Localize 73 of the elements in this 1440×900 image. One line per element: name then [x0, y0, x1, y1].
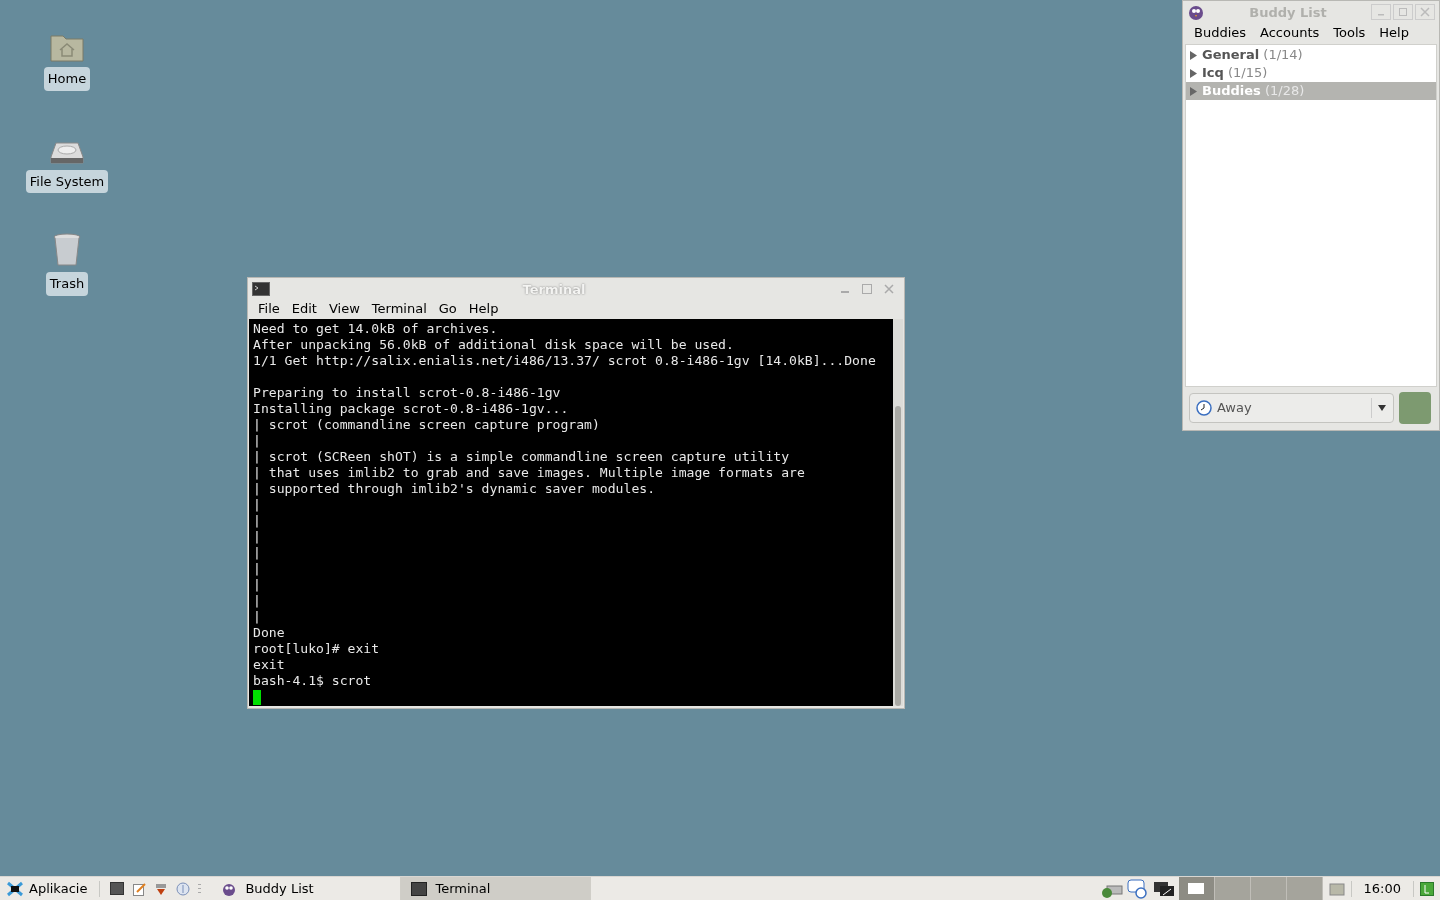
text-editor-icon[interactable]	[132, 881, 147, 896]
terminal-line: |	[253, 609, 262, 625]
terminal-line: Need to get 14.0kB of archives.	[253, 321, 499, 337]
terminal-line: root[luko]# exit	[253, 641, 381, 657]
terminal-line: | supported through imlib2's dynamic saver modules.	[253, 481, 657, 497]
workspace[interactable]	[1214, 877, 1251, 900]
terminal-line: |	[253, 561, 262, 577]
maximize-icon[interactable]	[860, 281, 874, 296]
desktop-icon-label[interactable]: Home	[43, 67, 91, 91]
menu-item[interactable]: Accounts	[1253, 23, 1327, 43]
home-folder-icon	[50, 32, 84, 62]
terminal-icon[interactable]	[110, 882, 125, 895]
buddy-group-row[interactable]: Icq (1/15)	[1186, 64, 1436, 82]
group-name: Icq (1/15)	[1202, 64, 1268, 83]
menu-item[interactable]: Terminal	[365, 299, 433, 319]
workspace[interactable]	[1286, 877, 1323, 900]
desktop-icon-label[interactable]: Trash	[45, 272, 89, 296]
text-cursor	[253, 689, 261, 705]
menu-item[interactable]: View	[322, 299, 366, 319]
terminal-line: bash-4.1$ scrot	[253, 673, 373, 689]
buddy-group-row[interactable]: General (1/14)	[1186, 46, 1436, 64]
taskbar-button[interactable]: Terminal	[401, 877, 592, 900]
dropdown-arrow-icon	[1377, 404, 1387, 412]
chat-bubble-icon[interactable]	[1126, 878, 1149, 899]
terminal-line: |	[253, 497, 262, 513]
terminal-line: exit	[253, 657, 286, 673]
menu-item[interactable]: Help	[462, 299, 505, 319]
desktop-icon-label[interactable]: File System	[25, 169, 109, 193]
close-icon[interactable]	[1415, 4, 1435, 20]
close-icon[interactable]	[882, 281, 896, 296]
applications-menu-button[interactable]: Aplikacie	[0, 877, 94, 900]
bird-icon	[1187, 3, 1205, 21]
network-icon[interactable]	[1152, 879, 1175, 898]
logo-icon	[6, 880, 24, 897]
group-name: Buddies (1/28)	[1202, 82, 1305, 101]
clock[interactable]: 16:00	[1351, 878, 1413, 899]
terminal-line: After unpacking 56.0kB of additional disk space will be used.	[253, 337, 735, 353]
status-dropdown[interactable]: Away	[1189, 393, 1394, 423]
group-name: General (1/14)	[1202, 46, 1303, 65]
menu-item[interactable]: Tools	[1326, 23, 1373, 43]
menu-item[interactable]: Buddies	[1187, 23, 1254, 43]
folder-icon[interactable]	[1328, 881, 1345, 896]
menu-item[interactable]: Go	[432, 299, 463, 319]
clock-icon	[1196, 400, 1212, 416]
terminal-line: Installing package scrot-0.8-i486-1gv...	[253, 401, 570, 417]
terminal-line: |	[253, 513, 262, 529]
terminal-line: | that uses imlib2 to grab and save images. Multiple image formats are	[253, 465, 806, 481]
scrollbar[interactable]	[893, 319, 903, 706]
menu-item[interactable]: File	[252, 299, 286, 319]
menu-item[interactable]: Help	[1372, 23, 1416, 43]
window-title: Terminal	[522, 281, 586, 297]
terminal-line: |	[253, 593, 262, 609]
terminal-line: |	[253, 577, 262, 593]
terminal-line: |	[253, 545, 262, 561]
trash-icon	[52, 233, 82, 267]
terminal-line: |	[253, 529, 262, 545]
terminal-line: 1/1 Get http://salix.enialis.net/i486/13.37/ scrot 0.8-i486-1gv [14.0kB]...Done	[253, 353, 877, 369]
workspace[interactable]	[1250, 877, 1287, 900]
minimize-icon[interactable]	[1371, 4, 1391, 20]
maximize-icon[interactable]	[1393, 4, 1413, 20]
terminal-line: | scrot (SCReen shOT) is a simple commandline screen capture utility	[253, 449, 791, 465]
globe-icon[interactable]	[176, 881, 191, 896]
terminal-icon	[411, 881, 428, 896]
terminal-line: |	[253, 433, 262, 449]
package-icon[interactable]	[154, 881, 169, 896]
exit-icon[interactable]	[1420, 881, 1434, 896]
hard-drive-icon	[50, 140, 84, 165]
terminal-line: Done	[253, 625, 286, 641]
menu-item[interactable]: Edit	[285, 299, 323, 319]
terminal-line: | scrot (commandline screen capture program)	[253, 417, 601, 433]
terminal-line: Preparing to install scrot-0.8-i486-1gv	[253, 385, 562, 401]
window-thumbnail	[1188, 883, 1205, 894]
terminal-icon	[252, 281, 270, 296]
